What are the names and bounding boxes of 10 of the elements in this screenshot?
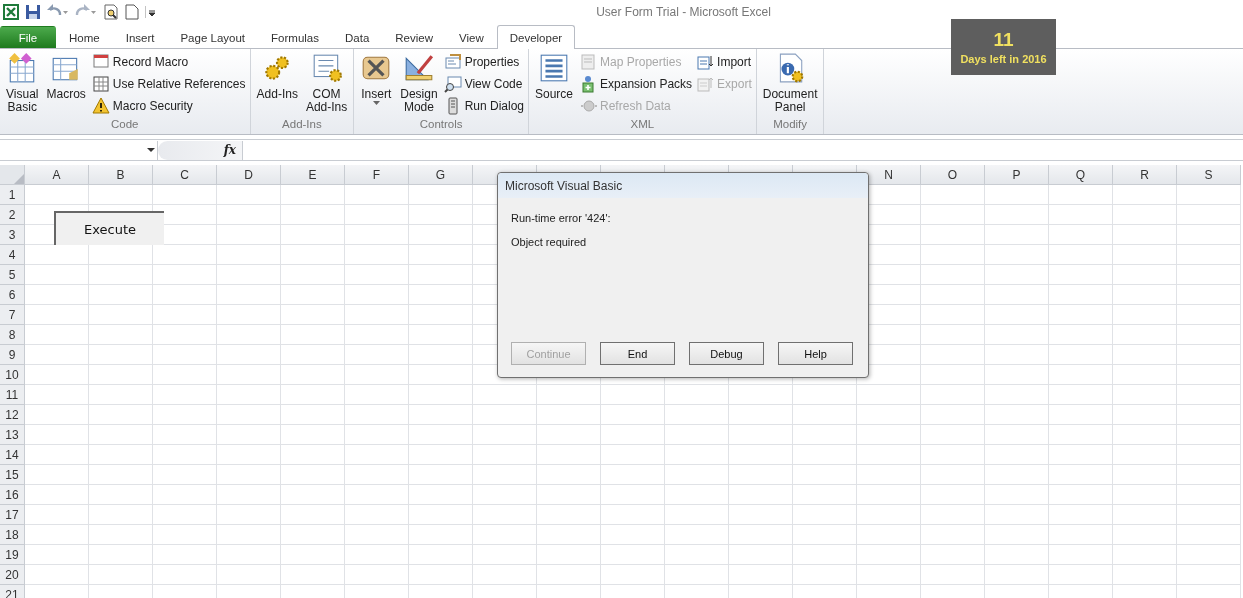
error-code-text: Run-time error '424':: [511, 212, 612, 224]
group-label: XML: [629, 118, 656, 132]
group-label: Code: [110, 118, 140, 132]
error-message: Object required: [511, 236, 588, 248]
group-label: Modify: [772, 118, 809, 132]
group-label: Controls: [418, 118, 464, 132]
window-title: User Form Trial - Microsoft Excel: [596, 5, 771, 19]
countdown-number: 11: [993, 29, 1014, 51]
group-label: Add-Ins: [281, 118, 323, 132]
countdown-caption: Days left in 2016: [960, 53, 1047, 65]
